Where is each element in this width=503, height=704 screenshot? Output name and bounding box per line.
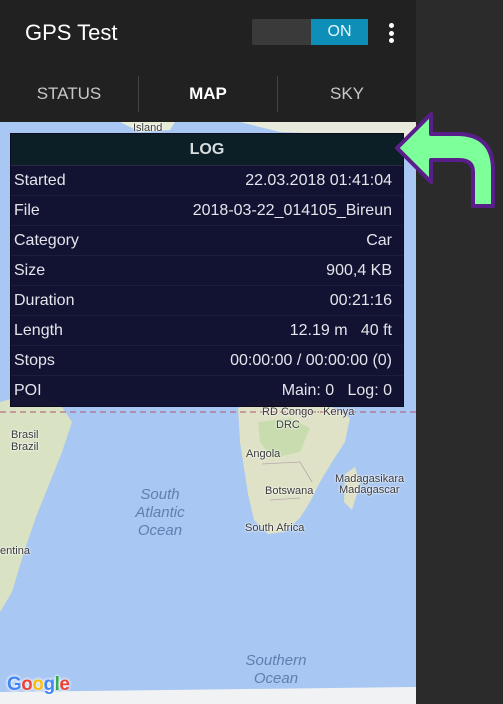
log-label: Stops — [14, 351, 55, 369]
log-row-started: Started 22.03.2018 01:41:04 — [11, 166, 403, 196]
map-label-rd-congo-kenya: RD Congo · Kenya — [262, 406, 355, 418]
log-value: 2018-03-22_014105_Bireun — [192, 201, 392, 219]
map-label-southern-ocean: Southern Ocean — [245, 652, 307, 687]
map-label-south-atlantic-ocean: South Atlantic Ocean — [135, 486, 185, 539]
log-row-category: Category Car — [11, 226, 403, 256]
log-label: Length — [14, 321, 63, 339]
gps-toggle-label: ON — [311, 19, 368, 45]
log-row-length: Length 12.19 m 40 ft — [11, 316, 403, 346]
map-label-botswana: Botswana — [265, 485, 314, 497]
overflow-menu-icon[interactable] — [383, 20, 399, 46]
map-label-entina: entina — [0, 545, 30, 557]
log-row-file: File 2018-03-22_014105_Bireun — [11, 196, 403, 226]
log-value: 12.19 m 40 ft — [289, 321, 392, 339]
google-logo: Google — [7, 674, 70, 695]
log-row-stops: Stops 00:00:00 / 00:00:00 (0) — [11, 346, 403, 376]
log-value: Main: 0 Log: 0 — [281, 382, 392, 399]
log-value: 00:21:16 — [329, 291, 392, 309]
map-label-drc: DRC — [276, 419, 300, 431]
map-label-angola: Angola — [246, 448, 281, 460]
log-value: 22.03.2018 01:41:04 — [245, 171, 392, 189]
app-window: Island RD Congo · Kenya DRC Brasil Brazi… — [0, 0, 416, 704]
log-panel[interactable]: LOG Started 22.03.2018 01:41:04 File 201… — [10, 133, 404, 407]
map-label-brazil: Brazil — [11, 441, 39, 453]
log-label: Duration — [14, 291, 75, 309]
curved-arrow-annotation-icon — [395, 112, 495, 208]
tab-bar: STATUS MAP SKY — [0, 66, 416, 122]
log-row-duration: Duration 00:21:16 — [11, 286, 403, 316]
log-label: POI — [14, 382, 42, 399]
log-value: Car — [366, 231, 392, 249]
log-value: 00:00:00 / 00:00:00 (0) — [230, 351, 392, 369]
gps-toggle-switch[interactable]: ON — [252, 19, 368, 45]
map-label-south-africa: South Africa — [245, 522, 305, 534]
log-label: Started — [14, 171, 66, 189]
log-label: Size — [14, 261, 46, 279]
map-label-brasil: Brasil — [11, 429, 39, 441]
log-label: Category — [14, 231, 79, 249]
app-title: GPS Test — [25, 20, 118, 45]
log-header[interactable]: LOG — [11, 134, 403, 166]
app-bar: GPS Test ON — [0, 0, 416, 66]
log-label: File — [14, 201, 40, 219]
tab-status[interactable]: STATUS — [0, 66, 138, 122]
log-row-poi: POI Main: 0 Log: 0 — [11, 376, 403, 406]
log-row-size: Size 900,4 KB — [11, 256, 403, 286]
log-value: 900,4 KB — [326, 261, 392, 279]
map-label-madagascar: Madagascar — [339, 484, 400, 496]
tab-map[interactable]: MAP — [139, 66, 277, 122]
